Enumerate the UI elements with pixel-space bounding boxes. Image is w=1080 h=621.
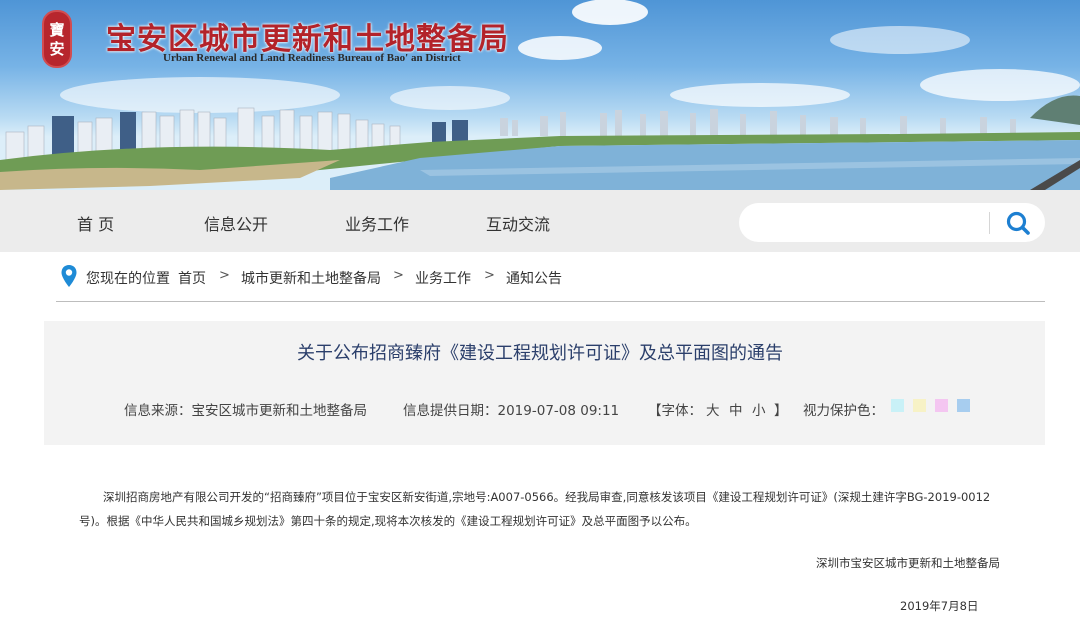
article-date: 信息提供日期：2019-07-08 09:11 [403,403,620,419]
breadcrumb-prefix: 您现在的位置 [86,271,170,287]
nav-item-interaction[interactable]: 互动交流 [486,211,550,235]
breadcrumb-home[interactable]: 首页 [178,268,206,288]
eye-color-pink-swatch[interactable] [935,399,948,412]
eye-protect-label: 视力保护色： [803,403,884,419]
font-size-label: 【字体： [648,403,702,419]
search-box [739,203,1045,242]
search-input[interactable] [757,212,1007,234]
nav-item-business-work[interactable]: 业务工作 [345,211,409,235]
breadcrumb-separator: > [484,268,495,283]
breadcrumb-business-work[interactable]: 业务工作 [415,268,471,288]
article-source: 信息来源：宝安区城市更新和土地整备局 [124,403,367,419]
article-title: 关于公布招商臻府《建设工程规划许可证》及总平面图的通告 [297,343,783,364]
location-pin-icon [61,265,77,287]
breadcrumb-notices[interactable]: 通知公告 [506,268,562,288]
site-subtitle-en: Urban Renewal and Land Readiness Bureau … [163,52,461,64]
eye-color-yellow-swatch[interactable] [913,399,926,412]
font-size-small-button[interactable]: 小 [752,399,766,419]
eye-color-cyan-swatch[interactable] [891,399,904,412]
search-icon[interactable] [1005,210,1031,236]
header-banner: 寶安 宝安区城市更新和土地整备局 Urban Renewal and Land … [0,0,1080,190]
font-size-large-button[interactable]: 大 [706,399,720,419]
font-size-medium-button[interactable]: 中 [729,399,743,419]
nav-item-home[interactable]: 首 页 [77,211,114,235]
eye-color-blue-swatch[interactable] [957,399,970,412]
breadcrumb-separator: > [393,268,404,283]
article-sign-date: 2019年7月8日 [900,599,979,613]
breadcrumb-separator: > [219,268,230,283]
article-body: 深圳招商房地产有限公司开发的“招商臻府”项目位于宝安区新安街道,宗地号:A007… [79,490,991,528]
nav-item-info-disclosure[interactable]: 信息公开 [204,211,268,235]
district-seal-logo: 寶安 [42,10,72,68]
breadcrumb-bureau[interactable]: 城市更新和土地整备局 [241,268,381,288]
search-divider [989,212,990,234]
font-size-close: 】 [774,403,788,419]
article-signature: 深圳市宝安区城市更新和土地整备局 [816,556,1000,570]
